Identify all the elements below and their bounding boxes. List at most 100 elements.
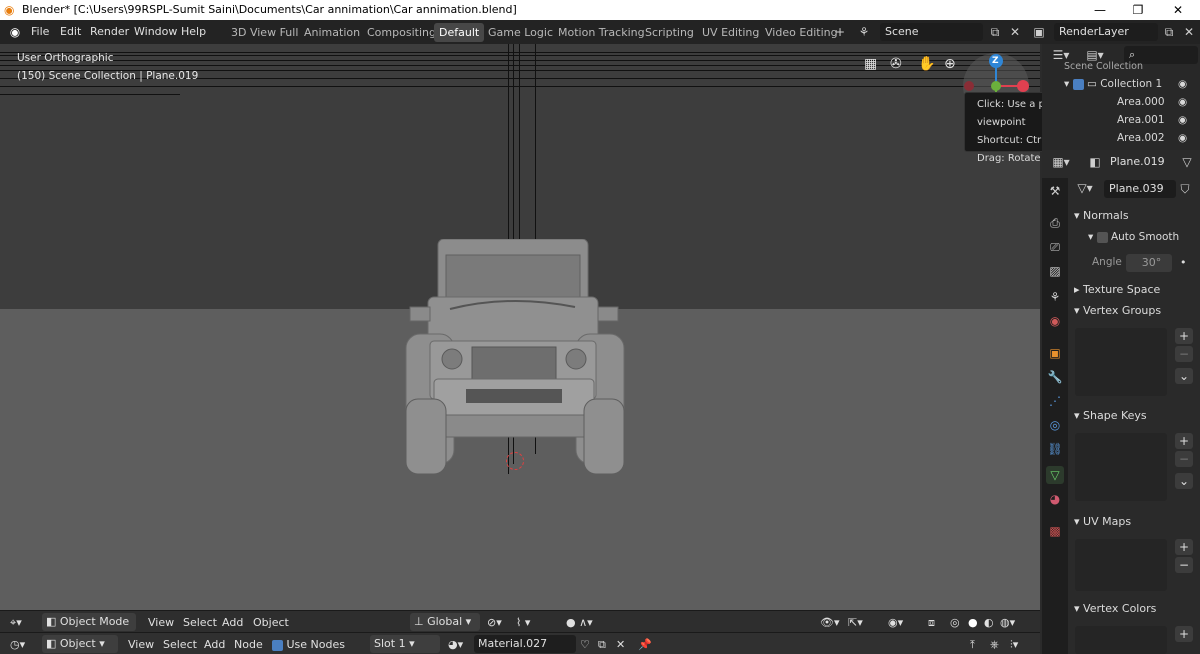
fake-user-shield-icon[interactable]: ⛉ (1176, 180, 1194, 198)
texture-space-panel-header[interactable]: ▸ Texture Space (1074, 283, 1160, 296)
renderlayer-icon[interactable]: ▣ (1030, 23, 1048, 41)
overlay-node-icon[interactable]: ⎈ (990, 636, 999, 653)
menu-file[interactable]: File (31, 25, 49, 38)
vertex-colors-list[interactable] (1075, 626, 1167, 654)
scene-icon[interactable]: ⚘ (855, 23, 873, 41)
snap-icon[interactable]: ⌇ ▾ (516, 614, 530, 631)
tab-render-icon[interactable]: ⎙ (1046, 214, 1064, 232)
tab-modifier-icon[interactable]: 🔧 (1046, 368, 1064, 386)
vp-menu-select[interactable]: Select (183, 614, 217, 631)
close-button[interactable]: ✕ (1158, 0, 1198, 20)
visibility-icon[interactable]: 👁▾ (820, 614, 840, 631)
auto-smooth-checkbox[interactable]: ▾ Auto Smooth (1088, 231, 1179, 243)
menu-edit[interactable]: Edit (60, 25, 81, 38)
mesh-browse-icon[interactable]: ▽▾ (1076, 179, 1094, 197)
proportional-edit-icon[interactable]: ● ∧▾ (566, 614, 593, 631)
uv-maps-panel-header[interactable]: ▾ UV Maps (1074, 515, 1131, 528)
visibility-eye-icon[interactable]: ◉ (1178, 129, 1187, 147)
shape-keys-list[interactable] (1075, 433, 1167, 501)
minimize-button[interactable]: — (1080, 0, 1120, 20)
workspace-tab-animation[interactable]: Animation (299, 23, 365, 42)
shader-menu-select[interactable]: Select (163, 636, 197, 653)
shader-menu-view[interactable]: View (128, 636, 154, 653)
add-vertex-group-button[interactable]: + (1175, 328, 1193, 344)
workspace-tab-scripting[interactable]: Scripting (640, 23, 699, 42)
3d-cursor-icon[interactable] (506, 452, 524, 470)
new-renderlayer-icon[interactable]: ⧉ (1160, 23, 1178, 41)
add-vertex-color-button[interactable]: + (1175, 626, 1193, 642)
tab-scene-icon[interactable]: ⚘ (1046, 288, 1064, 306)
shading-rendered-icon[interactable]: ◍▾ (1000, 614, 1015, 631)
expand-arrow-icon[interactable]: ▾ (1064, 78, 1073, 90)
shading-solid-icon[interactable]: ● (968, 614, 978, 631)
new-scene-icon[interactable]: ⧉ (986, 23, 1004, 41)
uv-maps-list[interactable] (1075, 539, 1167, 591)
shader-editor-type-icon[interactable]: ◷▾ (10, 636, 25, 653)
add-shape-key-button[interactable]: + (1175, 433, 1193, 449)
vertex-groups-list[interactable] (1075, 328, 1167, 396)
angle-value-field[interactable]: 30° (1126, 254, 1172, 272)
tab-mesh-data-icon[interactable]: ▽ (1046, 466, 1064, 484)
unlink-material-icon[interactable]: ✕ (616, 636, 625, 653)
mode-selector[interactable]: ◧ Object Mode ▾ (42, 613, 136, 646)
tab-world-icon[interactable]: ◉ (1046, 312, 1064, 330)
pin-icon[interactable]: 📌 (638, 636, 652, 653)
transform-orientation[interactable]: ⊥ Global ▾ (410, 613, 480, 631)
outliner-item-area-001[interactable]: Area.001 ◉ (1042, 111, 1200, 129)
workspace-tab-motion-tracking[interactable]: Motion Tracking (553, 23, 650, 42)
outliner-item-area-002[interactable]: Area.002 ◉ (1042, 129, 1200, 147)
shader-object-selector[interactable]: ◧ Object ▾ (42, 635, 118, 653)
shader-menu-add[interactable]: Add (204, 636, 225, 653)
shader-menu-node[interactable]: Node (234, 636, 263, 653)
visibility-eye-icon[interactable]: ◉ (1178, 75, 1187, 93)
material-name-field[interactable]: Material.027 (474, 635, 576, 653)
outliner-item-area-000[interactable]: Area.000 ◉ (1042, 93, 1200, 111)
properties-editor-type-icon[interactable]: ▦▾ (1052, 153, 1070, 171)
vertex-colors-panel-header[interactable]: ▾ Vertex Colors (1074, 602, 1156, 615)
overlays-icon[interactable]: ◉▾ (888, 614, 903, 631)
shape-key-specials-button[interactable]: ⌄ (1175, 473, 1193, 489)
node-snap-target-icon[interactable]: ⫶▾ (1010, 636, 1018, 653)
mesh-name-field[interactable]: Plane.039 (1104, 180, 1176, 198)
vp-menu-view[interactable]: View (148, 614, 174, 631)
visibility-eye-icon[interactable]: ◉ (1178, 111, 1187, 129)
duplicate-material-icon[interactable]: ⧉ (598, 636, 606, 653)
outliner-collection-row[interactable]: ▾ ▭ Collection 1 ◉ (1042, 75, 1200, 93)
use-nodes-checkbox[interactable]: Use Nodes (272, 636, 345, 653)
scene-field[interactable]: Scene (880, 23, 983, 41)
fake-user-icon[interactable]: ♡ (580, 636, 590, 653)
menu-window[interactable]: Window (134, 25, 177, 38)
tab-particles-icon[interactable]: ⋰ (1046, 392, 1064, 410)
tab-object-icon[interactable]: ▣ (1046, 344, 1064, 362)
visibility-eye-icon[interactable]: ◉ (1178, 93, 1187, 111)
menu-render[interactable]: Render (90, 25, 129, 38)
shading-material-icon[interactable]: ◐ (984, 614, 994, 631)
remove-shape-key-button[interactable]: − (1175, 451, 1193, 467)
renderlayer-field[interactable]: RenderLayer (1054, 23, 1158, 41)
remove-vertex-group-button[interactable]: − (1175, 346, 1193, 362)
pivot-point-icon[interactable]: ⊘▾ (487, 614, 502, 631)
shading-wireframe-icon[interactable]: ◎ (950, 614, 960, 631)
camera-view-icon[interactable]: ✇ (890, 56, 902, 72)
maximize-button[interactable]: ❐ (1118, 0, 1158, 20)
add-workspace-icon[interactable]: + (831, 23, 849, 41)
gizmo-toggle-icon[interactable]: ⇱▾ (848, 614, 863, 631)
tab-output-icon[interactable]: ⎚ (1046, 238, 1064, 256)
material-browse-icon[interactable]: ◕▾ (448, 636, 463, 653)
tab-physics-icon[interactable]: ◎ (1046, 416, 1064, 434)
pan-hand-icon[interactable]: ✋ (918, 56, 935, 72)
tab-constraints-icon[interactable]: ⛓ (1046, 440, 1064, 458)
vertex-groups-panel-header[interactable]: ▾ Vertex Groups (1074, 304, 1161, 317)
workspace-tab-game-logic[interactable]: Game Logic (483, 23, 558, 42)
blender-menu-icon[interactable]: ◉ (6, 23, 24, 41)
animate-property-icon[interactable]: • (1180, 256, 1187, 269)
workspace-tab-compositing[interactable]: Compositing (362, 23, 441, 42)
vp-menu-add[interactable]: Add (222, 614, 243, 631)
vp-menu-object[interactable]: Object (253, 614, 289, 631)
xray-icon[interactable]: ⧈ (928, 614, 935, 631)
add-uv-map-button[interactable]: + (1175, 539, 1193, 555)
toggle-camera-grid-icon[interactable]: ▦ (864, 56, 877, 72)
workspace-tab-3d-view-full[interactable]: 3D View Full (226, 23, 303, 42)
zoom-icon[interactable]: ⊕ (944, 56, 956, 72)
snap-node-icon[interactable]: ⤒ (970, 636, 975, 653)
